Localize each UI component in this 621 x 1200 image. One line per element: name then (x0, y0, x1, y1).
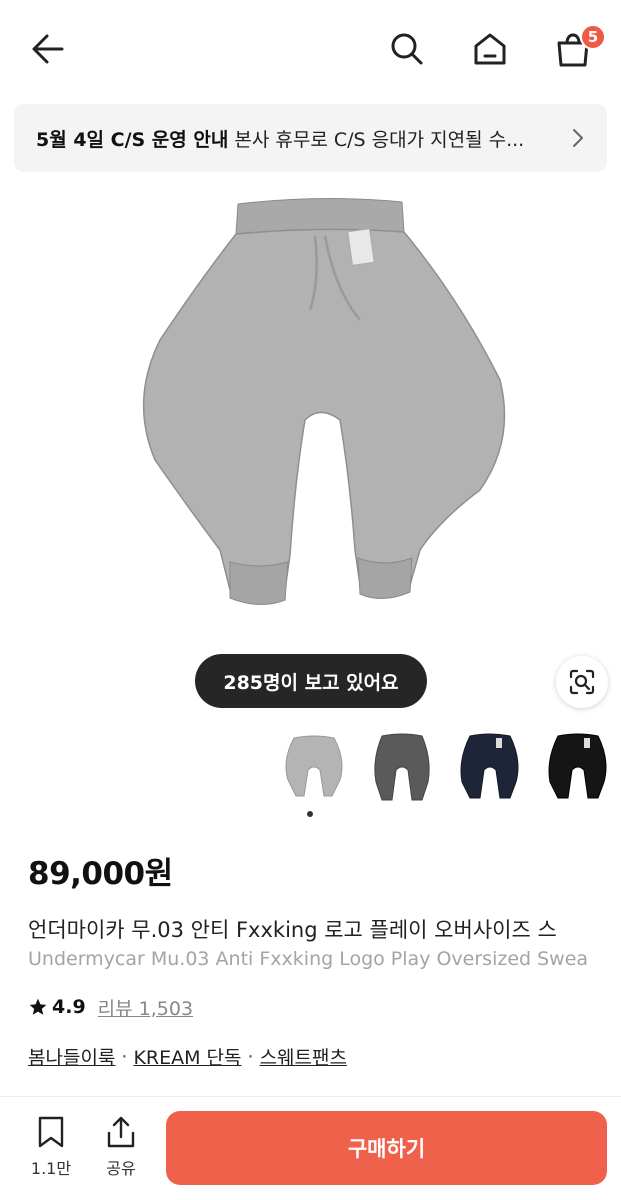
search-icon (391, 33, 423, 65)
back-arrow-icon (32, 34, 64, 64)
top-header: 5 (0, 0, 621, 96)
product-price: 89,000원 (28, 856, 173, 892)
product-image[interactable] (120, 190, 520, 630)
charcoal-thumbnail (374, 733, 430, 801)
search-button[interactable] (384, 26, 430, 72)
share-icon (107, 1116, 135, 1148)
star-icon (29, 998, 47, 1015)
tag-link[interactable]: KREAM 단독 (133, 1043, 241, 1070)
bottom-action-bar: 1.1만 공유 구매하기 (0, 1097, 621, 1200)
tag-separator: · (247, 1045, 254, 1068)
tag-link[interactable]: 스웨트팬츠 (260, 1043, 347, 1070)
buy-button[interactable]: 구매하기 (166, 1111, 607, 1185)
color-option-charcoal[interactable] (368, 730, 436, 805)
color-options (280, 730, 610, 805)
cart-button[interactable]: 5 (550, 24, 606, 72)
wishlist-button[interactable]: 1.1만 (25, 1115, 77, 1179)
product-name-english: Undermycar Mu.03 Anti Fxxking Logo Play … (28, 948, 589, 970)
navy-thumbnail (460, 733, 519, 799)
notice-body: 본사 휴무로 C/S 응대가 지연될 수... (234, 128, 525, 151)
viewers-badge: 285명이 보고 있어요 (195, 654, 427, 708)
lens-search-icon (569, 669, 595, 695)
gray-thumbnail (285, 735, 343, 797)
black-thumbnail (548, 733, 607, 799)
rating-row: 4.9 리뷰 1,503 (28, 993, 193, 1021)
color-option-navy[interactable] (456, 730, 524, 805)
color-option-black[interactable] (544, 730, 612, 805)
wishlist-count: 1.1만 (30, 1159, 72, 1178)
chevron-right-icon (573, 129, 583, 147)
back-button[interactable] (25, 26, 71, 72)
tag-separator: · (121, 1045, 128, 1068)
home-button[interactable] (467, 26, 513, 72)
tag-link[interactable]: 봄나들이룩 (28, 1043, 115, 1070)
share-button[interactable]: 공유 (95, 1115, 147, 1179)
product-name-korean: 언더마이카 무.03 안티 Fxxking 로고 플레이 오버사이즈 스 (28, 918, 557, 942)
color-option-gray[interactable] (280, 730, 348, 805)
sweatpants-image (142, 197, 506, 605)
home-icon (474, 33, 506, 65)
rating-value: 4.9 (52, 996, 86, 1018)
review-link[interactable]: 리뷰 1,503 (98, 994, 193, 1021)
tag-list: 봄나들이룩 · KREAM 단독 · 스웨트팬츠 (28, 1043, 347, 1070)
bookmark-icon (38, 1116, 64, 1148)
share-label: 공유 (106, 1159, 136, 1178)
notice-banner[interactable]: 5월 4일 C/S 운영 안내 본사 휴무로 C/S 응대가 지연될 수... (14, 104, 607, 172)
image-search-button[interactable] (556, 656, 608, 708)
notice-title: 5월 4일 C/S 운영 안내 (36, 128, 229, 151)
cart-count-badge: 5 (580, 24, 606, 50)
image-pagination-dot (307, 811, 313, 817)
